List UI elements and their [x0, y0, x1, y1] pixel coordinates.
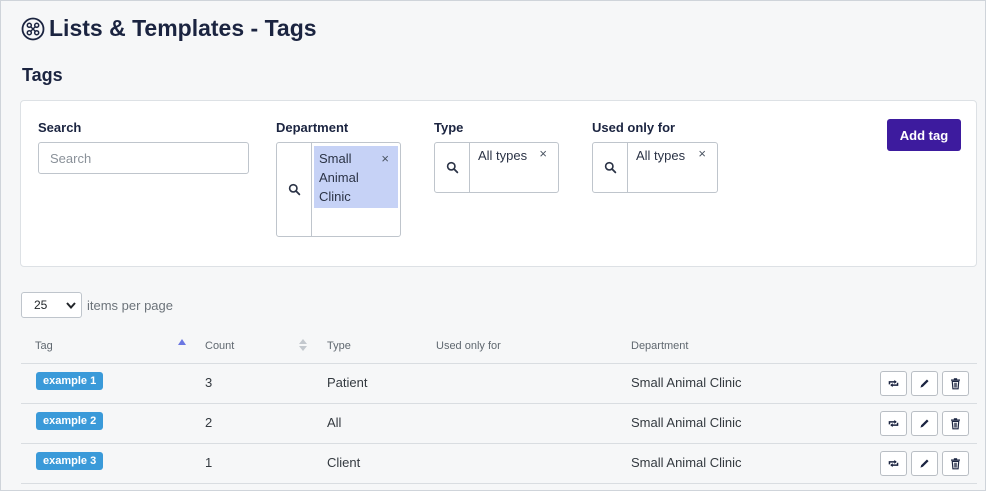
- sort-icon[interactable]: [299, 339, 307, 353]
- page-title: Lists & Templates - Tags: [21, 15, 317, 42]
- type-select-body: All types ×: [470, 143, 558, 192]
- tag-badge: example 1: [36, 372, 104, 390]
- delete-button[interactable]: [942, 411, 969, 436]
- column-header-count[interactable]: Count: [205, 340, 234, 352]
- department-chip-remove-icon[interactable]: ×: [381, 149, 389, 168]
- section-title: Tags: [22, 65, 63, 85]
- edit-button[interactable]: [911, 451, 938, 476]
- repeat-icon: [888, 419, 899, 428]
- used-only-for-selected-value: All types: [636, 148, 686, 163]
- tag-badge: example 3: [36, 452, 104, 470]
- type-cell: All: [327, 415, 342, 430]
- type-cell: Patient: [327, 375, 368, 390]
- chevron-down-icon: [66, 302, 76, 310]
- table-row: example 2 2 All Small Animal Clinic: [21, 404, 977, 444]
- repeat-button[interactable]: [880, 371, 907, 396]
- edit-button[interactable]: [911, 411, 938, 436]
- trash-icon: [951, 458, 960, 470]
- edit-pencil-icon: [920, 419, 929, 428]
- row-actions: [880, 451, 969, 476]
- items-per-page-value: 25: [34, 298, 48, 312]
- column-header-used-only-for: Used only for: [436, 340, 501, 352]
- sort-ascending-icon[interactable]: [178, 339, 186, 345]
- trash-icon: [951, 378, 960, 390]
- edit-pencil-icon: [920, 379, 929, 388]
- edit-button[interactable]: [911, 371, 938, 396]
- type-clear-icon[interactable]: ×: [539, 146, 547, 161]
- page-title-text: Lists & Templates - Tags: [49, 15, 317, 41]
- items-per-page-select[interactable]: 25: [21, 292, 82, 318]
- department-selected-chip: Small Animal Clinic ×: [314, 146, 398, 208]
- table-row: example 3 1 Client Small Animal Clinic: [21, 444, 977, 484]
- search-input[interactable]: [38, 142, 249, 174]
- department-label: Department: [276, 120, 349, 135]
- items-per-page-label: items per page: [87, 297, 173, 313]
- department-cell: Small Animal Clinic: [631, 375, 742, 390]
- used-only-for-label: Used only for: [592, 120, 676, 135]
- type-select[interactable]: All types ×: [434, 142, 559, 193]
- count-cell: 2: [205, 415, 213, 430]
- add-tag-button[interactable]: Add tag: [887, 119, 961, 151]
- repeat-button[interactable]: [880, 451, 907, 476]
- table-header: Tag Count Type Used only for Department: [21, 331, 977, 364]
- filter-panel: Search Department Small Animal Clinic × …: [20, 100, 977, 267]
- table-row: example 1 3 Patient Small Animal Clinic: [21, 364, 977, 404]
- used-only-for-search-cell: [593, 143, 628, 192]
- repeat-button[interactable]: [880, 411, 907, 436]
- department-select-body: Small Animal Clinic ×: [312, 143, 400, 236]
- column-header-type: Type: [327, 340, 351, 352]
- repeat-icon: [888, 379, 899, 388]
- department-chip-label: Small Animal Clinic: [319, 151, 359, 204]
- count-cell: 3: [205, 375, 213, 390]
- department-select[interactable]: Small Animal Clinic ×: [276, 142, 401, 237]
- used-only-for-select[interactable]: All types ×: [592, 142, 718, 193]
- search-icon: [604, 161, 616, 174]
- trash-icon: [951, 418, 960, 430]
- column-header-tag[interactable]: Tag: [35, 340, 53, 352]
- department-cell: Small Animal Clinic: [631, 415, 742, 430]
- app-window: Lists & Templates - Tags Tags Search Dep…: [0, 0, 986, 491]
- type-search-cell: [435, 143, 470, 192]
- row-actions: [880, 371, 969, 396]
- column-header-department: Department: [631, 340, 689, 352]
- search-icon: [446, 161, 458, 174]
- edit-pencil-icon: [920, 459, 929, 468]
- type-label: Type: [434, 120, 464, 135]
- type-selected-value: All types: [478, 148, 528, 163]
- repeat-icon: [888, 459, 899, 468]
- delete-button[interactable]: [942, 371, 969, 396]
- delete-button[interactable]: [942, 451, 969, 476]
- count-cell: 1: [205, 455, 213, 470]
- search-label: Search: [38, 120, 82, 135]
- department-search-cell: [277, 143, 312, 236]
- used-only-for-select-body: All types ×: [628, 143, 717, 192]
- department-cell: Small Animal Clinic: [631, 455, 742, 470]
- type-cell: Client: [327, 455, 361, 470]
- tags-module-icon: [21, 17, 45, 40]
- used-only-for-clear-icon[interactable]: ×: [698, 146, 706, 161]
- row-actions: [880, 411, 969, 436]
- search-icon: [288, 183, 300, 196]
- tags-table: Tag Count Type Used only for Department …: [21, 331, 977, 484]
- tag-badge: example 2: [36, 412, 104, 430]
- items-per-page: 25 items per page: [21, 292, 173, 318]
